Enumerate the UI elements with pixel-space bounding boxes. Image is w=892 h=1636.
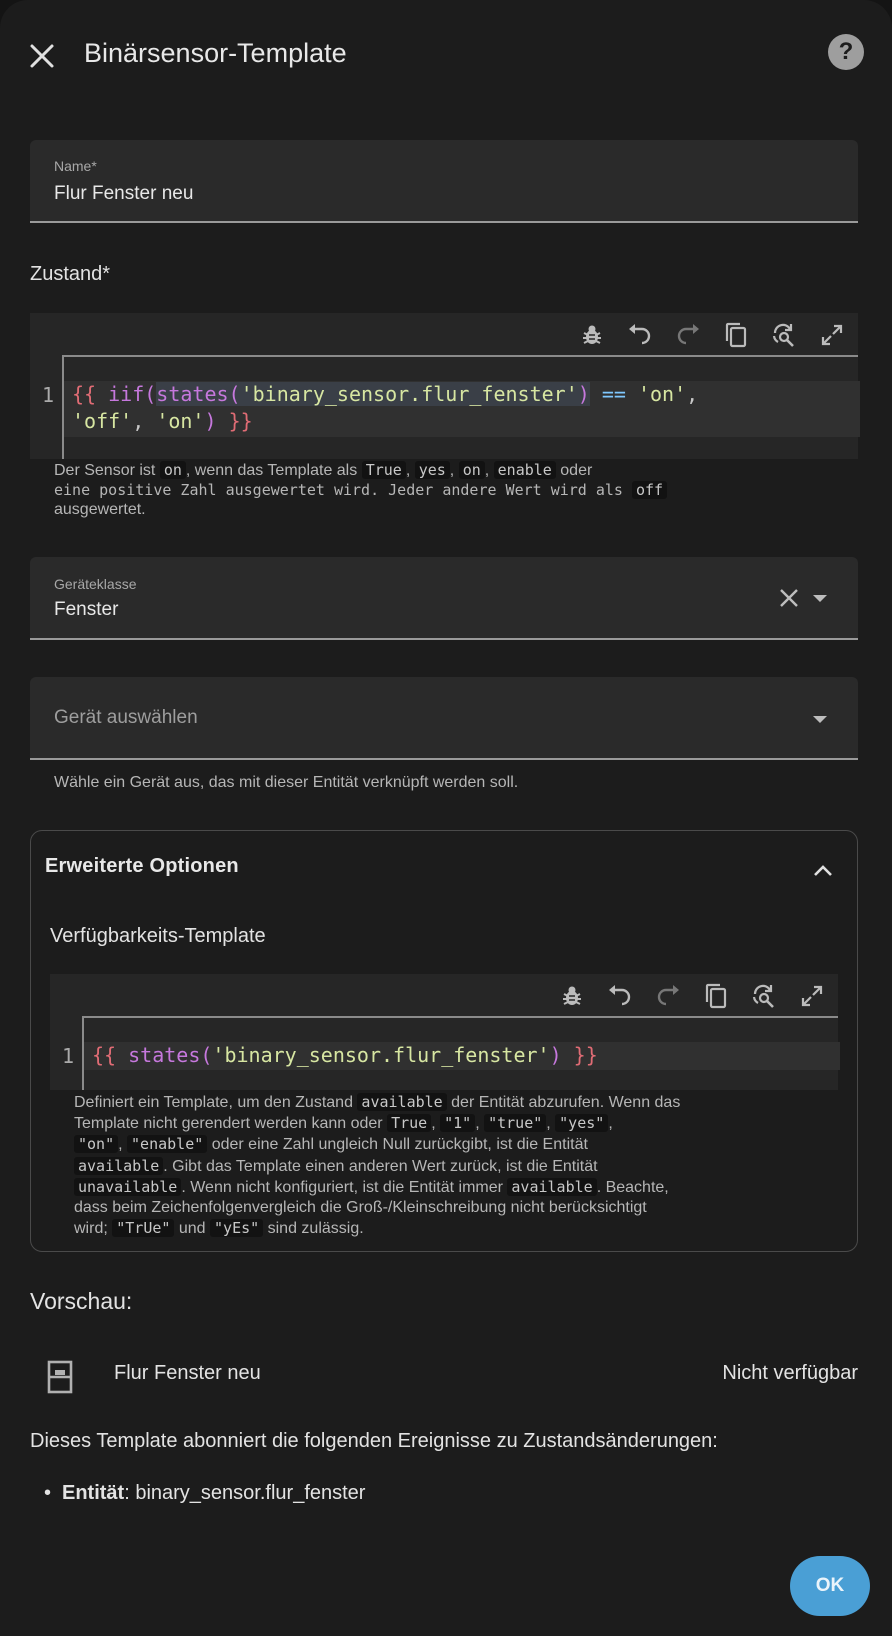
state-code-editor[interactable]: {{ iif(states('binary_sensor.flur_fenste…: [30, 313, 860, 459]
preview-title: Vorschau:: [30, 1288, 133, 1314]
fullscreen-icon[interactable]: [796, 980, 828, 1012]
dialog-title: Binärsensor-Template: [84, 38, 347, 68]
redo-icon[interactable]: [672, 319, 704, 351]
name-field-label: Name*: [54, 158, 97, 174]
availability-code-editor[interactable]: {{ states('binary_sensor.flur_fenster') …: [50, 974, 840, 1090]
subscriptions-text: Dieses Template abonniert die folgenden …: [30, 1430, 718, 1452]
bug-icon[interactable]: [556, 980, 588, 1012]
device-select-helper: Wähle ein Gerät aus, das mit dieser Enti…: [54, 774, 519, 791]
clear-icon[interactable]: [778, 587, 800, 609]
undo-icon[interactable]: [624, 319, 656, 351]
chevron-down-icon[interactable]: [813, 716, 827, 723]
availability-code-area[interactable]: {{ states('binary_sensor.flur_fenster') …: [82, 1016, 840, 1090]
subscription-list-item: Entität: binary_sensor.flur_fenster: [44, 1482, 365, 1505]
fullscreen-icon[interactable]: [816, 319, 848, 351]
device-class-label: Geräteklasse: [54, 576, 137, 592]
availability-code-line[interactable]: {{ states('binary_sensor.flur_fenster') …: [84, 1042, 840, 1070]
dialog-header: Binärsensor-Template ?: [0, 18, 892, 88]
bug-icon[interactable]: [576, 319, 608, 351]
refresh-search-icon[interactable]: [768, 319, 800, 351]
device-select-placeholder: Gerät auswählen: [54, 707, 198, 728]
device-class-value: Fenster: [54, 599, 119, 620]
refresh-search-icon[interactable]: [748, 980, 780, 1012]
chevron-down-icon[interactable]: [813, 595, 827, 602]
availability-code-toolbar: [556, 980, 828, 1014]
help-icon[interactable]: ?: [828, 34, 864, 70]
device-select[interactable]: Gerät auswählen: [30, 677, 858, 760]
name-field-value: Flur Fenster neu: [54, 183, 194, 204]
close-icon: [30, 44, 54, 68]
redo-icon[interactable]: [652, 980, 684, 1012]
state-code-area[interactable]: {{ iif(states('binary_sensor.flur_fenste…: [62, 355, 860, 459]
availability-line-number: 1: [62, 1044, 75, 1068]
close-button[interactable]: [22, 36, 62, 76]
state-line-number: 1: [42, 383, 55, 407]
device-class-select[interactable]: Geräteklasse Fenster: [30, 557, 858, 640]
window-closed-icon: [47, 1360, 73, 1394]
undo-icon[interactable]: [604, 980, 636, 1012]
preview-entity-row[interactable]: Flur Fenster neu Nicht verfügbar: [30, 1352, 858, 1402]
copy-icon[interactable]: [720, 319, 752, 351]
state-helper-text: Der Sensor ist on, wenn das Template als…: [54, 461, 844, 520]
availability-helper-text: Definiert ein Template, um den Zustand a…: [74, 1093, 681, 1238]
state-label: Zustand*: [30, 263, 111, 285]
state-code-line[interactable]: {{ iif(states('binary_sensor.flur_fenste…: [64, 381, 860, 437]
preview-entity-name: Flur Fenster neu: [114, 1362, 261, 1384]
ok-button[interactable]: OK: [790, 1556, 870, 1616]
state-code-toolbar: [576, 319, 848, 353]
copy-icon[interactable]: [700, 980, 732, 1012]
preview-entity-state: Nicht verfügbar: [722, 1362, 858, 1384]
advanced-options-title[interactable]: Erweiterte Optionen: [45, 855, 239, 878]
chevron-up-icon[interactable]: [811, 859, 835, 883]
template-dialog: Binärsensor-Template ? Name* Flur Fenste…: [0, 0, 892, 1636]
availability-template-label: Verfügbarkeits-Template: [50, 925, 266, 947]
name-field[interactable]: Name* Flur Fenster neu: [30, 140, 858, 223]
